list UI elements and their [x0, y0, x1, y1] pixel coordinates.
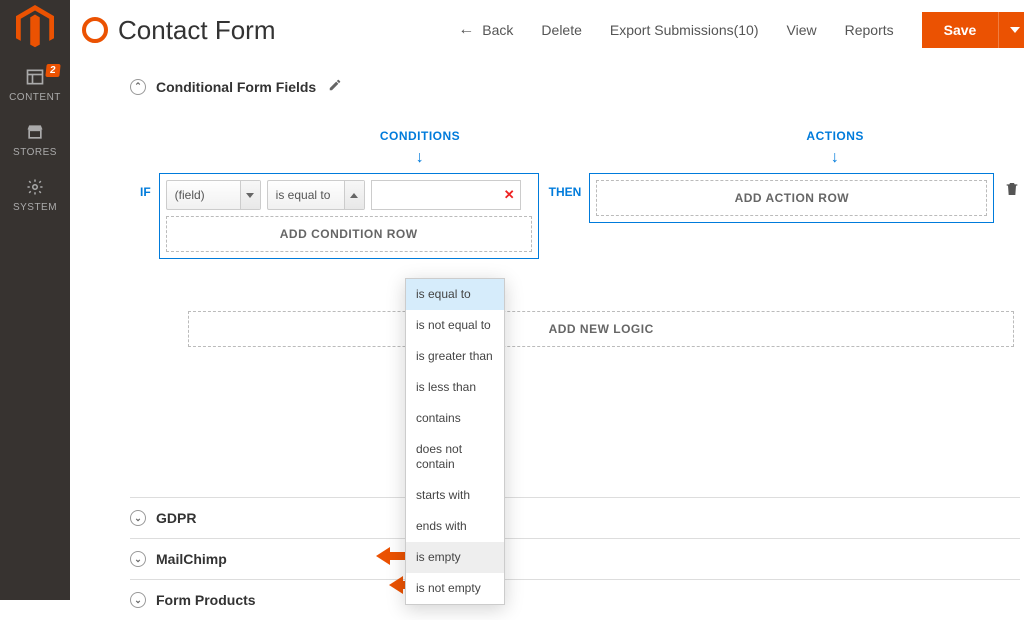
field-select-value: (field) — [175, 188, 205, 202]
section-conditional-fields[interactable]: ⌃ Conditional Form Fields — [130, 66, 1020, 107]
field-select[interactable]: (field) — [166, 180, 261, 210]
arrow-down-icon: ↓ — [831, 149, 840, 167]
operator-option[interactable]: is not empty — [406, 573, 504, 604]
add-action-row-button[interactable]: ADD ACTION ROW — [596, 180, 987, 216]
save-dropdown-toggle[interactable] — [998, 12, 1024, 48]
section-title: Form Products — [156, 592, 256, 608]
magento-logo-icon — [16, 8, 54, 46]
condition-value-input[interactable] — [371, 180, 521, 210]
operator-dropdown-menu: is equal to is not equal to is greater t… — [405, 278, 505, 605]
chevron-down-icon: ⌄ — [130, 510, 146, 526]
sidebar-item-content[interactable]: CONTENT 2 — [0, 58, 70, 113]
stores-icon — [24, 121, 46, 143]
operator-option[interactable]: contains — [406, 403, 504, 434]
if-label: IF — [130, 173, 159, 199]
delete-button[interactable]: Delete — [541, 22, 581, 38]
actions-heading: ACTIONS — [806, 129, 864, 143]
delete-logic-icon[interactable] — [1004, 173, 1020, 202]
conditions-heading: CONDITIONS — [380, 129, 460, 143]
export-submissions-button[interactable]: Export Submissions(10) — [610, 22, 759, 38]
operator-option[interactable]: is greater than — [406, 341, 504, 372]
sidebar-item-label: STORES — [13, 147, 57, 158]
operator-option[interactable]: is not equal to — [406, 310, 504, 341]
add-condition-row-button[interactable]: ADD CONDITION ROW — [166, 216, 532, 252]
then-label: THEN — [539, 173, 590, 199]
arrow-down-icon: ↓ — [416, 149, 425, 167]
sidebar-item-label: SYSTEM — [13, 202, 57, 213]
reports-button[interactable]: Reports — [845, 22, 894, 38]
save-button[interactable]: Save — [922, 12, 999, 48]
sidebar-item-system[interactable]: SYSTEM — [0, 168, 70, 223]
gear-icon — [24, 176, 46, 198]
chevron-up-icon: ⌃ — [130, 79, 146, 95]
operator-option[interactable]: is equal to — [406, 279, 504, 310]
page-title: Contact Form — [118, 15, 276, 46]
notification-badge: 2 — [45, 64, 60, 77]
chevron-down-icon — [240, 181, 260, 209]
section-mailchimp[interactable]: ⌄ MailChimp — [130, 538, 1020, 579]
operator-select[interactable]: is equal to — [267, 180, 365, 210]
operator-option[interactable]: starts with — [406, 480, 504, 511]
section-title: MailChimp — [156, 551, 227, 567]
section-title: GDPR — [156, 510, 196, 526]
operator-option[interactable]: is empty — [406, 542, 504, 573]
clear-value-icon[interactable]: ✕ — [504, 187, 515, 203]
brand-ring-icon — [82, 17, 108, 43]
admin-sidebar: CONTENT 2 STORES SYSTEM — [0, 0, 70, 600]
sidebar-item-label: CONTENT — [9, 92, 61, 103]
page-header: Contact Form Back Delete Export Submissi… — [70, 0, 1024, 56]
operator-option[interactable]: ends with — [406, 511, 504, 542]
view-button[interactable]: View — [787, 22, 817, 38]
chevron-up-icon — [344, 181, 364, 209]
chevron-down-icon: ⌄ — [130, 551, 146, 567]
chevron-down-icon: ⌄ — [130, 592, 146, 608]
actions-box: ADD ACTION ROW — [589, 173, 994, 223]
conditions-box: (field) is equal to ✕ ADD CONDITION ROW — [159, 173, 539, 259]
add-new-logic-button[interactable]: ADD NEW LOGIC — [188, 311, 1014, 347]
section-gdpr[interactable]: ⌄ GDPR — [130, 497, 1020, 538]
operator-select-value: is equal to — [276, 188, 331, 202]
content-icon — [24, 66, 46, 88]
sidebar-item-stores[interactable]: STORES — [0, 113, 70, 168]
section-title: Conditional Form Fields — [156, 79, 316, 95]
edit-icon[interactable] — [328, 78, 342, 95]
back-button[interactable]: Back — [458, 21, 513, 39]
operator-option[interactable]: is less than — [406, 372, 504, 403]
operator-option[interactable]: does not contain — [406, 434, 504, 480]
